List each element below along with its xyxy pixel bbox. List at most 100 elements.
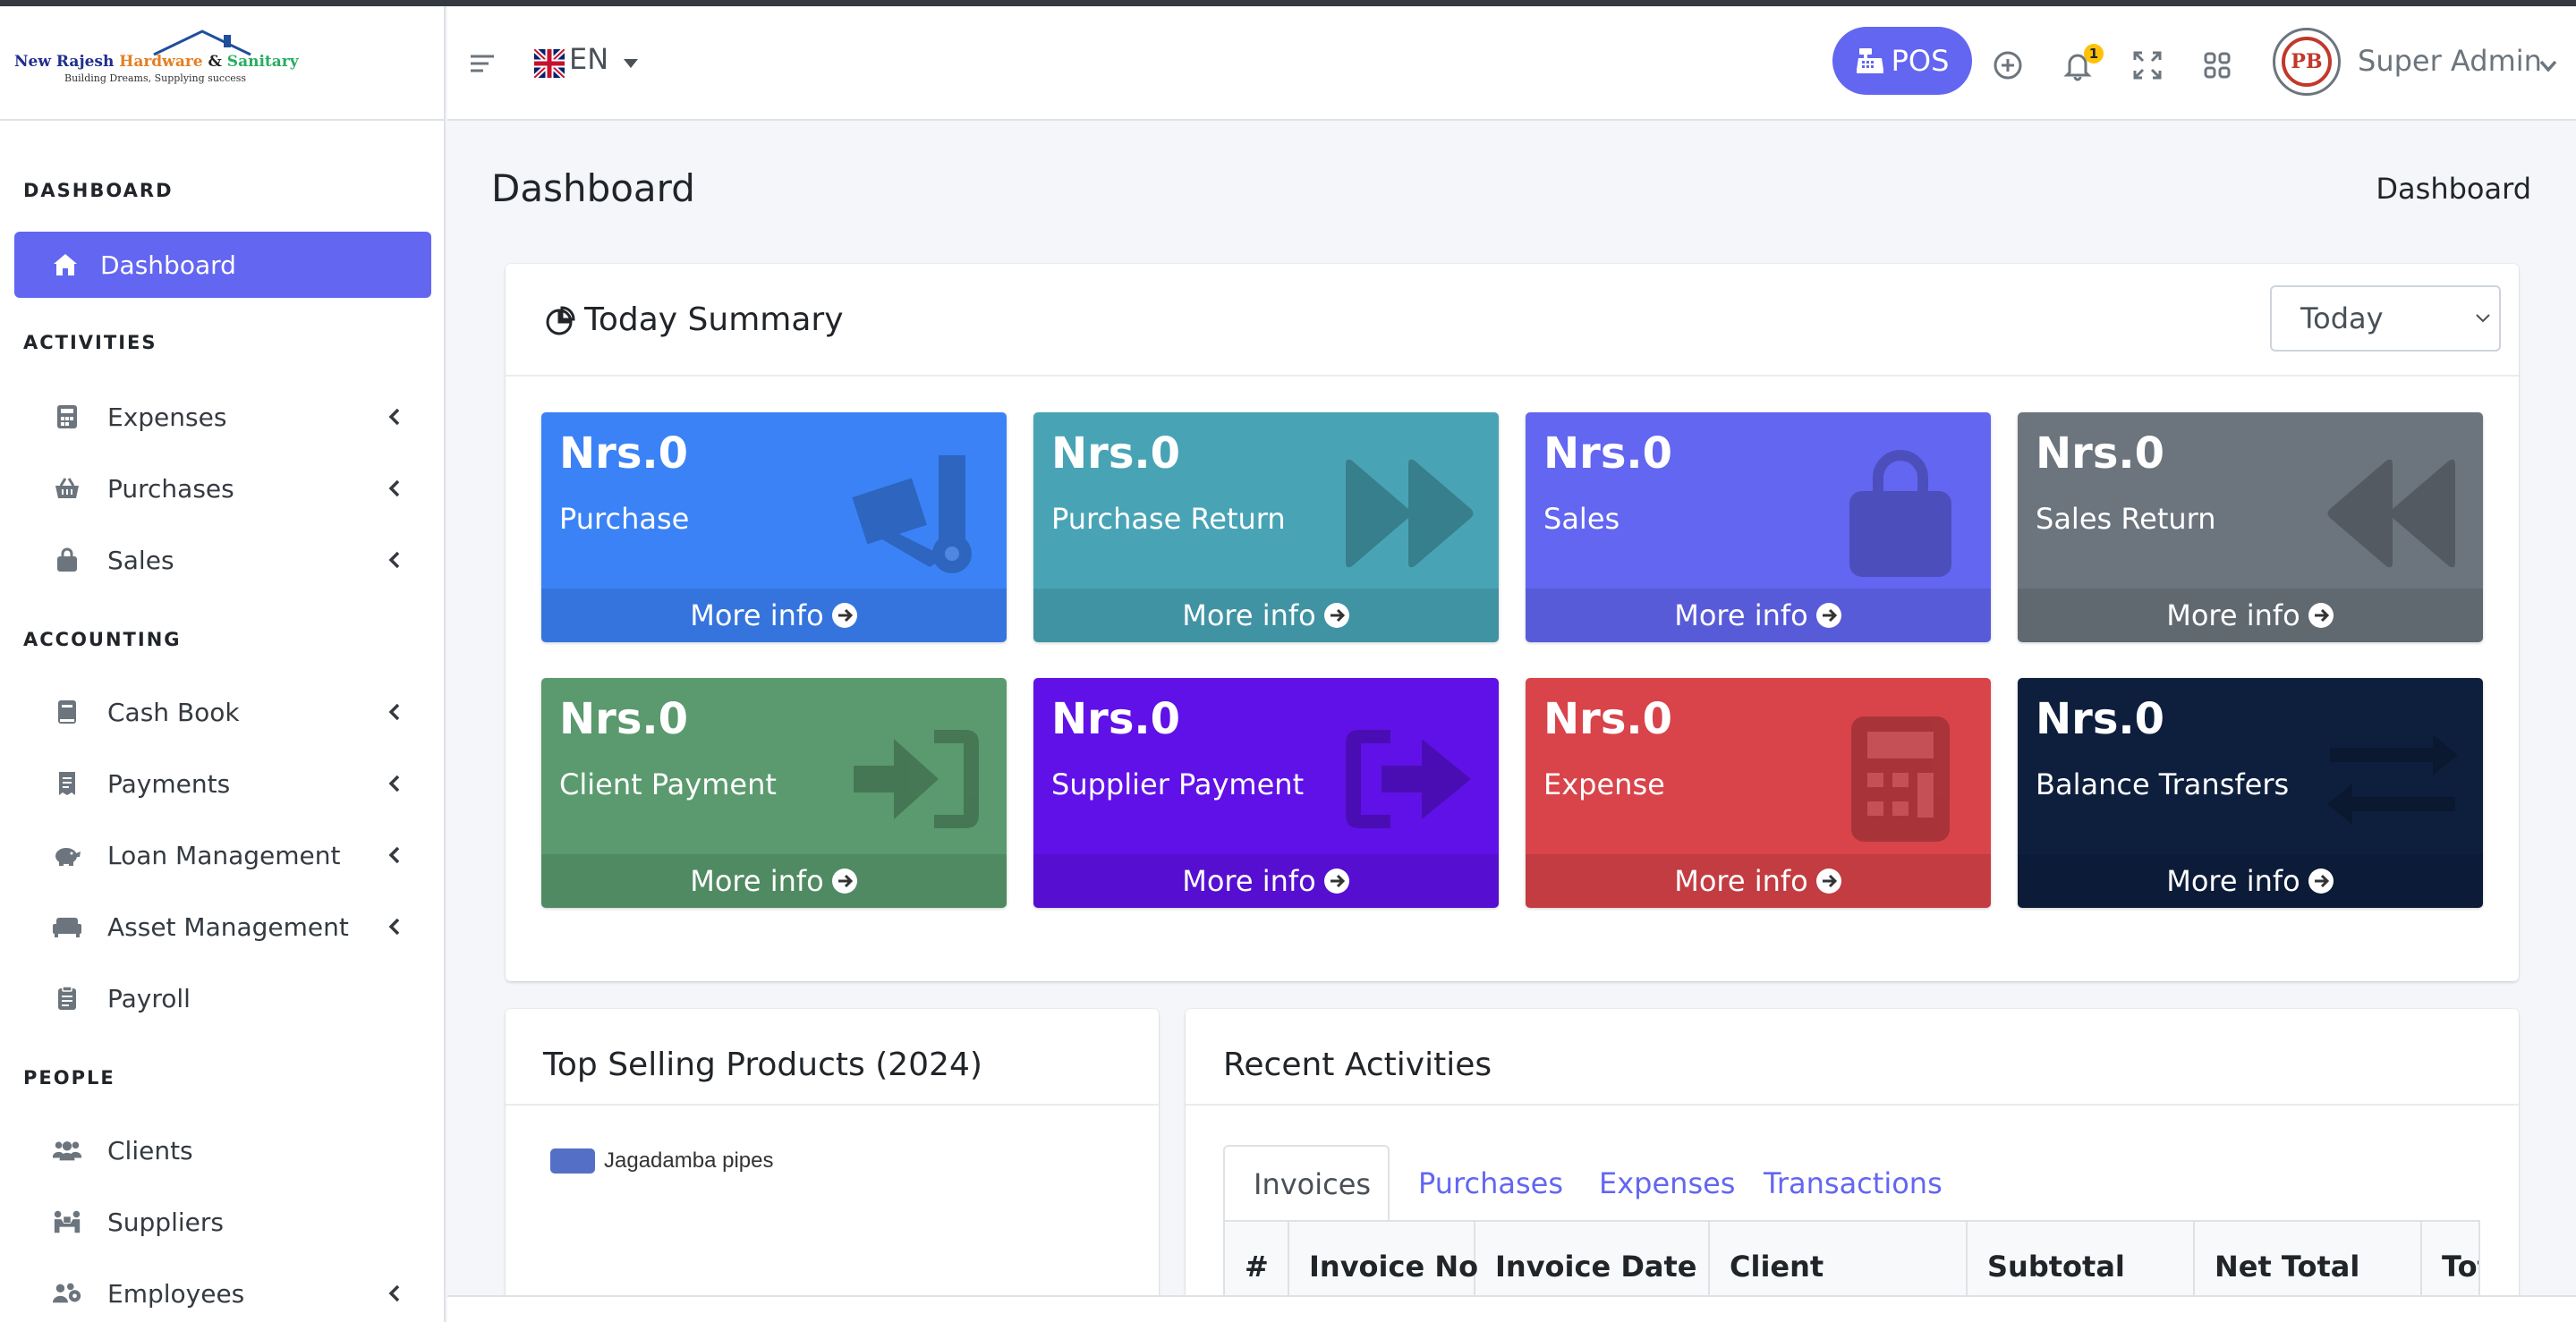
calculator-icon <box>52 402 82 432</box>
stat-label: Balance Transfers <box>2036 767 2290 801</box>
sidebar-item-label: Clients <box>107 1135 193 1165</box>
brand-name: New Rajesh Hardware & Sanitary <box>14 53 299 71</box>
add-circle-icon[interactable] <box>1992 49 2024 81</box>
sidebar-item-payments[interactable]: Payments <box>14 750 431 817</box>
sidebar-item-label: Loan Management <box>107 840 341 870</box>
avatar[interactable]: PB <box>2273 28 2341 96</box>
sidebar-item-expenses[interactable]: Expenses <box>14 384 431 450</box>
calculator-icon <box>1851 716 1950 842</box>
legend-swatch[interactable] <box>550 1148 595 1174</box>
card-title: Recent Activities <box>1223 1047 1492 1083</box>
more-info-link[interactable]: More info <box>1033 854 1499 908</box>
sidebar-item-asset-management[interactable]: Asset Management <box>14 894 431 960</box>
stat-box-purchase: Nrs.0 Purchase More info <box>541 412 1007 642</box>
period-value: Today <box>2300 301 2384 335</box>
rewind-icon <box>2327 459 2455 568</box>
legend-label[interactable]: Jagadamba pipes <box>604 1148 773 1174</box>
brand[interactable]: New Rajesh Hardware & Sanitary Building … <box>0 6 444 121</box>
section-dashboard: DASHBOARD <box>23 180 174 201</box>
pos-button[interactable]: POS <box>1832 27 1972 95</box>
tab-invoices[interactable]: Invoices <box>1223 1145 1390 1222</box>
more-info-link[interactable]: More info <box>1526 854 1991 908</box>
stat-amount: Nrs.0 <box>2036 428 2165 479</box>
sidebar-item-dashboard[interactable]: Dashboard <box>14 232 431 298</box>
menu-toggle-icon[interactable] <box>469 51 496 76</box>
sidebar-item-label: Payments <box>107 768 231 799</box>
more-info-link[interactable]: More info <box>541 589 1007 642</box>
arrow-circle-right-icon <box>1815 869 1841 894</box>
sidebar-item-purchases[interactable]: Purchases <box>14 455 431 521</box>
sign-in-icon <box>854 730 979 828</box>
card-header: Recent Activities <box>1186 1009 2519 1106</box>
more-info-label: More info <box>1182 864 1316 898</box>
more-info-link[interactable]: More info <box>1033 589 1499 642</box>
brand-logo[interactable]: New Rajesh Hardware & Sanitary Building … <box>14 28 299 92</box>
sidebar-item-suppliers[interactable]: Suppliers <box>14 1189 431 1255</box>
card-title: Top Selling Products (2024) <box>543 1047 982 1083</box>
more-info-label: More info <box>1674 864 1808 898</box>
section-activities: ACTIVITIES <box>23 332 157 353</box>
arrow-circle-right-icon <box>2308 603 2334 628</box>
sign-out-icon <box>1346 730 1471 828</box>
exchange-icon <box>2327 734 2458 825</box>
language-selector[interactable]: EN <box>569 42 608 76</box>
breadcrumb[interactable]: Dashboard <box>2376 172 2531 206</box>
stat-label: Client Payment <box>559 767 777 801</box>
fullscreen-icon[interactable] <box>2131 49 2164 81</box>
more-info-link[interactable]: More info <box>541 854 1007 908</box>
stat-box-expense: Nrs.0 Expense More info <box>1526 678 1991 908</box>
shopping-bag-icon <box>52 545 82 575</box>
section-accounting: ACCOUNTING <box>23 629 182 650</box>
user-menu[interactable]: Super Admin <box>2358 44 2542 78</box>
tab-purchases[interactable]: Purchases <box>1390 1145 1592 1222</box>
recent-activities-card: Recent Activities Invoices Purchases Exp… <box>1186 1009 2519 1318</box>
stat-label: Purchase Return <box>1051 502 1286 536</box>
tab-transactions[interactable]: Transactions <box>1735 1145 1971 1222</box>
more-info-label: More info <box>2166 864 2300 898</box>
more-info-link[interactable]: More info <box>1526 589 1991 642</box>
chevron-left-icon <box>388 918 400 936</box>
chevron-left-icon <box>388 479 400 497</box>
stat-amount: Nrs.0 <box>2036 694 2165 744</box>
sidebar-item-employees[interactable]: Employees <box>14 1260 431 1322</box>
caret-down-icon[interactable] <box>623 58 639 69</box>
period-select[interactable]: Today <box>2270 285 2501 352</box>
more-info-link[interactable]: More info <box>2018 854 2483 908</box>
stat-amount: Nrs.0 <box>559 694 689 744</box>
stat-box-sales-return: Nrs.0 Sales Return More info <box>2018 412 2483 642</box>
more-info-label: More info <box>690 598 824 632</box>
today-summary-card: Today Summary Today Nrs.0 Purchase More … <box>506 264 2519 981</box>
uk-flag-icon[interactable] <box>534 49 565 78</box>
stat-label: Sales Return <box>2036 502 2216 536</box>
stat-box-balance-transfers: Nrs.0 Balance Transfers More info <box>2018 678 2483 908</box>
arrow-circle-right-icon <box>1323 603 1349 628</box>
page-title: Dashboard <box>491 166 695 210</box>
sidebar-item-payroll[interactable]: Payroll <box>14 965 431 1031</box>
card-header: Today Summary Today <box>506 264 2519 377</box>
stat-amount: Nrs.0 <box>1543 694 1673 744</box>
brand-tagline: Building Dreams, Supplying success <box>64 72 247 84</box>
card-header: Top Selling Products (2024) <box>506 1009 1159 1106</box>
more-info-link[interactable]: More info <box>2018 589 2483 642</box>
notification-badge: 1 <box>2084 44 2104 64</box>
dolly-icon <box>852 455 972 573</box>
pie-chart-icon <box>546 305 575 335</box>
stat-box-supplier-payment: Nrs.0 Supplier Payment More info <box>1033 678 1499 908</box>
sidebar-item-cash-book[interactable]: Cash Book <box>14 679 431 745</box>
stat-label: Purchase <box>559 502 690 536</box>
piggy-bank-icon <box>52 840 82 870</box>
stat-amount: Nrs.0 <box>1051 694 1181 744</box>
sidebar-item-sales[interactable]: Sales <box>14 527 431 593</box>
sidebar-item-clients[interactable]: Clients <box>14 1117 431 1183</box>
more-info-label: More info <box>1182 598 1316 632</box>
chevron-down-icon[interactable] <box>2539 60 2557 72</box>
sidebar-item-loan-management[interactable]: Loan Management <box>14 822 431 888</box>
card-title: Today Summary <box>543 301 844 338</box>
stat-box-sales: Nrs.0 Sales More info <box>1526 412 1991 642</box>
top-border <box>0 0 2576 6</box>
sidebar-item-label: Sales <box>107 545 174 575</box>
more-info-label: More info <box>690 864 824 898</box>
section-people: PEOPLE <box>23 1067 115 1089</box>
users-icon <box>52 1135 82 1165</box>
apps-grid-icon[interactable] <box>2201 49 2233 81</box>
